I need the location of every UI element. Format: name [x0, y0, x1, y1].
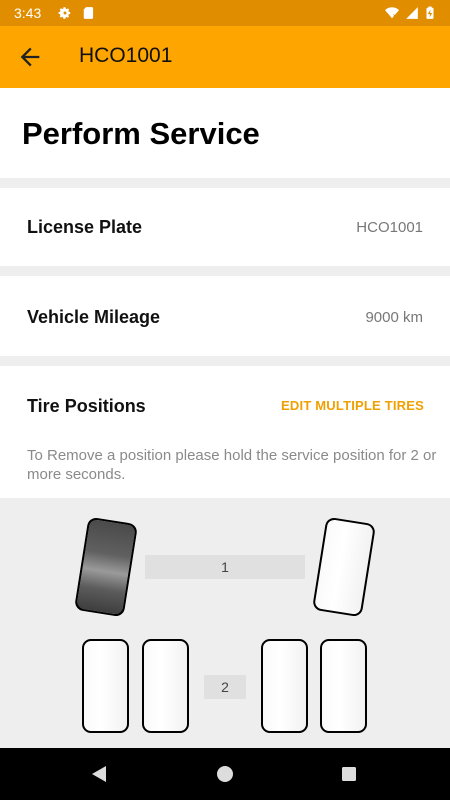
tire-axle1-left[interactable] — [73, 516, 139, 618]
status-time: 3:43 — [14, 5, 42, 21]
nav-home-icon[interactable] — [216, 765, 234, 783]
tire-axle2-left-inner[interactable] — [142, 639, 189, 733]
status-bar: 3:43 — [0, 0, 450, 26]
page-title-card: Perform Service — [0, 88, 450, 178]
app-toolbar: HCO1001 — [0, 26, 450, 88]
sd-card-icon — [83, 7, 94, 19]
remove-position-hint: To Remove a position please hold the ser… — [27, 447, 437, 483]
edit-multiple-tires-button[interactable]: EDIT MULTIPLE TIRES — [281, 398, 424, 413]
tire-diagram: 1 2 — [0, 498, 450, 748]
page-title: Perform Service — [22, 116, 260, 151]
battery-icon — [426, 6, 434, 19]
tire-axle2-right-inner[interactable] — [261, 639, 308, 733]
settings-icon — [58, 7, 71, 19]
divider — [0, 266, 450, 276]
tire-axle2-right-outer[interactable] — [320, 639, 367, 733]
license-plate-label: License Plate — [27, 217, 143, 237]
tire-positions-section: Tire Positions EDIT MULTIPLE TIRES To Re… — [0, 366, 450, 498]
vehicle-mileage-row: Vehicle Mileage 9000 km — [0, 276, 450, 356]
toolbar-title: HCO1001 — [79, 44, 173, 67]
signal-icon — [406, 7, 418, 19]
divider — [0, 356, 450, 366]
axle-2-label: 2 — [204, 675, 246, 699]
license-plate-value: HCO1001 — [356, 219, 423, 236]
vehicle-mileage-value: 9000 km — [365, 309, 423, 326]
axle-1-label: 1 — [145, 555, 305, 579]
tire-axle1-right[interactable] — [311, 516, 377, 618]
license-plate-row: License Plate HCO1001 — [0, 188, 450, 266]
tire-positions-label: Tire Positions — [27, 396, 146, 416]
nav-recents-icon[interactable] — [340, 765, 358, 783]
nav-back-icon[interactable] — [90, 765, 108, 783]
back-arrow-icon[interactable] — [16, 43, 44, 71]
wifi-icon — [385, 7, 399, 19]
tire-axle2-left-outer[interactable] — [82, 639, 129, 733]
divider — [0, 178, 450, 188]
vehicle-mileage-label: Vehicle Mileage — [27, 307, 161, 327]
system-nav-bar — [0, 748, 450, 800]
